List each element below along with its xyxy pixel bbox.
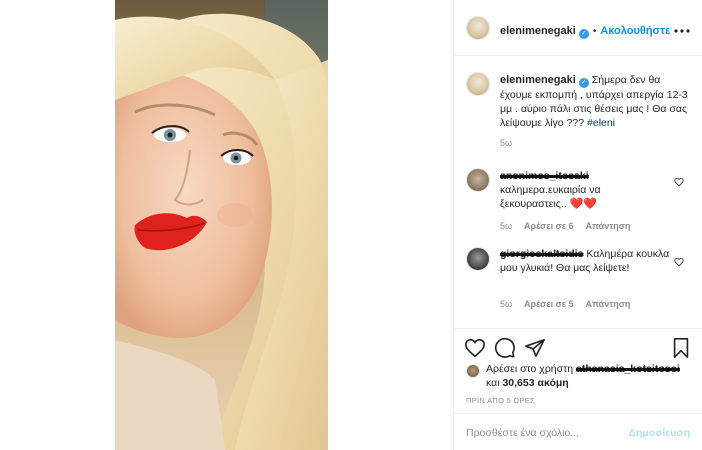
comment-username-redacted[interactable]: giorgioskaltsidis xyxy=(500,247,583,261)
comment-likes[interactable]: Αρέσει σε 5 xyxy=(524,299,574,309)
portrait-illustration xyxy=(115,0,328,450)
avatar[interactable] xyxy=(466,247,490,271)
separator-dot: • xyxy=(592,26,597,37)
verified-badge-icon: ✓ xyxy=(578,29,589,39)
comment-icon[interactable] xyxy=(494,337,516,359)
comment-likes[interactable]: Αρέσει σε 6 xyxy=(524,221,574,231)
likes-count[interactable]: 30,653 ακόμη xyxy=(502,377,568,389)
caption-hashtag[interactable]: #eleni xyxy=(587,117,615,129)
likes-user-redacted[interactable]: athanasia_kotsitosoi xyxy=(576,363,680,375)
comment-item: anonimos_itosaki καλημερα.ευκαιρία να ξε… xyxy=(500,169,670,211)
heart-icon[interactable] xyxy=(464,337,486,359)
post-header: elenimenegaki ✓ • Ακολουθήστε xyxy=(454,0,702,56)
reply-button[interactable]: Απάντηση xyxy=(586,221,631,231)
comment-time[interactable]: 5ω xyxy=(500,221,512,231)
comment-meta: 5ω Αρέσει σε 5 Απάντηση xyxy=(500,299,642,309)
avatar[interactable] xyxy=(466,364,480,378)
caption-timestamp[interactable]: 5ω xyxy=(500,138,512,148)
like-comment-heart-icon[interactable] xyxy=(674,254,684,267)
share-icon[interactable] xyxy=(524,337,546,359)
avatar[interactable] xyxy=(466,72,490,96)
likes-summary: Αρέσει στο χρήστη athanasia_kotsitosoi xyxy=(486,363,680,375)
caption-username[interactable]: elenimenegaki xyxy=(500,74,576,86)
likes-and: και xyxy=(486,377,500,389)
more-horizontal-icon[interactable] xyxy=(674,20,690,36)
post-side-panel: elenimenegaki ✓ • Ακολουθήστε elenimenegaki… xyxy=(454,0,702,450)
likes-prefix: Αρέσει στο χρήστη xyxy=(486,363,574,375)
add-comment-bar: Δημοσίευση xyxy=(454,413,702,450)
comment-username-redacted[interactable]: anonimos_itosaki xyxy=(500,169,589,183)
post-photo[interactable] xyxy=(115,0,328,450)
action-bar xyxy=(454,328,702,368)
comment-meta: 5ω Αρέσει σε 6 Απάντηση xyxy=(500,221,642,231)
header-user-row: elenimenegaki ✓ • Ακολουθήστε xyxy=(500,21,670,39)
likes-count-row: και 30,653 ακόμη xyxy=(486,377,569,389)
post-comment-button[interactable]: Δημοσίευση xyxy=(628,427,690,439)
follow-button[interactable]: Ακολουθήστε xyxy=(600,25,670,37)
like-comment-heart-icon[interactable] xyxy=(674,174,684,187)
header-username[interactable]: elenimenegaki xyxy=(500,25,576,37)
avatar[interactable] xyxy=(466,16,490,40)
comments-list[interactable]: elenimenegaki ✓ Σήμερα δεν θα έχουμε εκπο… xyxy=(454,57,702,327)
bookmark-icon[interactable] xyxy=(670,337,692,359)
comment-time[interactable]: 5ω xyxy=(500,299,512,309)
post-caption: elenimenegaki ✓ Σήμερα δεν θα έχουμε εκπο… xyxy=(500,73,690,130)
photo-column xyxy=(0,0,453,450)
avatar[interactable] xyxy=(466,168,490,192)
post-timestamp[interactable]: ΠΡΙΝ ΑΠΟ 5 ΩΡΕΣ xyxy=(466,396,535,405)
reply-button[interactable]: Απάντηση xyxy=(586,299,631,309)
post-modal: elenimenegaki ✓ • Ακολουθήστε elenimenegaki… xyxy=(0,0,702,450)
comment-input[interactable] xyxy=(466,424,626,442)
comment-emoji: ❤️❤️ xyxy=(569,198,597,210)
verified-badge-icon: ✓ xyxy=(578,78,589,88)
comment-item: giorgioskaltsidis Καλημέρα κουκλα μου γλ… xyxy=(500,247,670,275)
